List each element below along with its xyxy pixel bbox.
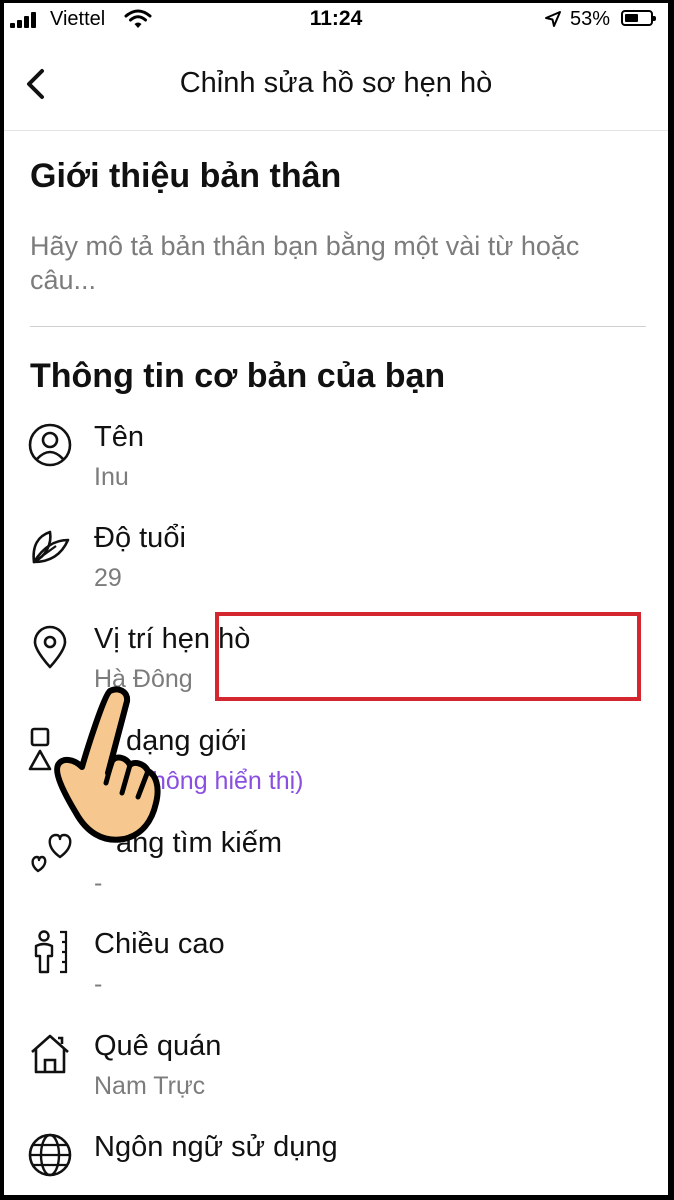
person-icon: [28, 423, 72, 467]
status-bar: Viettel 11:24 53%: [4, 3, 668, 37]
info-row-name[interactable]: Tên Inu: [4, 421, 668, 517]
info-row-height[interactable]: Chiều cao -: [4, 928, 668, 1024]
row-value: Inu: [94, 463, 129, 491]
row-label: Ngôn ngữ sử dụng: [94, 1131, 338, 1163]
bio-section-title: Giới thiệu bản thân: [30, 157, 342, 195]
height-icon: [34, 930, 68, 974]
basic-info-title: Thông tin cơ bản của bạn: [30, 357, 446, 395]
bio-input[interactable]: Hãy mô tả bản thân bạn bằng một vài từ h…: [30, 229, 590, 297]
location-arrow-icon: [545, 11, 561, 27]
battery-percent: 53%: [570, 8, 611, 30]
row-value: -: [94, 970, 103, 998]
globe-icon: [28, 1133, 72, 1177]
battery-icon: [621, 10, 656, 26]
info-row-language[interactable]: Ngôn ngữ sử dụng: [4, 1131, 668, 1195]
info-row-age[interactable]: Độ tuổi 29: [4, 522, 668, 618]
home-icon: [31, 1034, 69, 1074]
highlight-box: [215, 612, 641, 701]
row-value: hông hiển thị): [152, 767, 304, 795]
row-label: Chiều cao: [94, 928, 225, 960]
clock: 11:24: [309, 7, 363, 30]
phone-screen: Viettel 11:24 53% Chỉnh sửa hồ sơ hẹn hò…: [4, 3, 668, 1195]
row-label: Tên: [94, 421, 144, 453]
page-title: Chỉnh sửa hồ sơ hẹn hò: [179, 67, 493, 99]
row-value: -: [94, 869, 103, 897]
row-value: 29: [94, 564, 122, 592]
leaf-icon: [32, 530, 70, 564]
row-label: Độ tuổi: [94, 522, 186, 554]
info-row-hometown[interactable]: Quê quán Nam Trực: [4, 1030, 668, 1126]
section-divider: [30, 326, 646, 327]
pointing-hand-icon: [54, 686, 161, 843]
row-value: Nam Trực: [94, 1072, 206, 1100]
location-pin-icon: [33, 625, 67, 669]
row-label: Quê quán: [94, 1030, 222, 1062]
nav-header: Chỉnh sửa hồ sơ hẹn hò: [4, 37, 668, 131]
